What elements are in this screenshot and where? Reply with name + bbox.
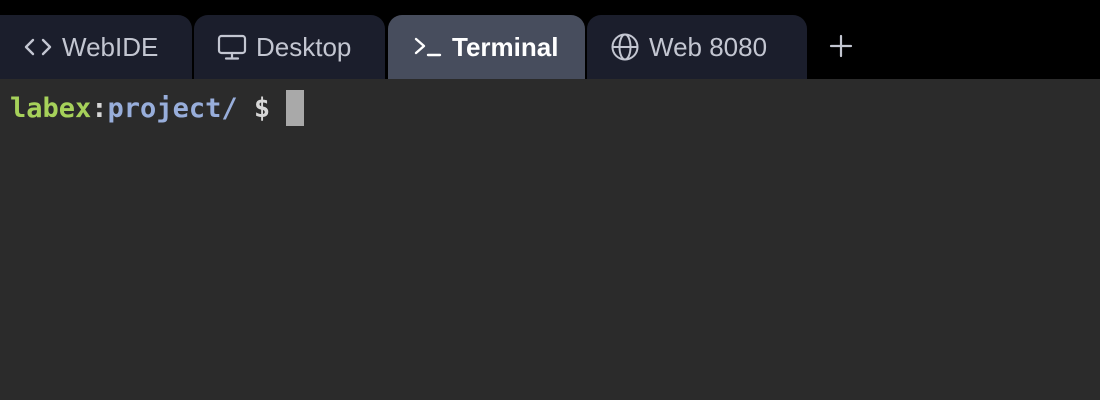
plus-icon — [829, 34, 853, 63]
prompt-dollar: $ — [253, 92, 271, 124]
monitor-icon — [216, 31, 248, 63]
terminal-prompt-icon — [412, 31, 444, 63]
prompt-separator: : — [91, 92, 108, 124]
prompt-user: labex — [10, 92, 92, 124]
terminal-pane[interactable]: labex: project/ $ — [0, 79, 1100, 400]
tab-bar: WebIDE Desktop Terminal Web 8080 — [0, 0, 1100, 79]
prompt-symbol: $ — [238, 92, 271, 124]
tab-label: WebIDE — [62, 31, 159, 62]
terminal-prompt: labex: project/ $ — [10, 89, 305, 127]
app-window: WebIDE Desktop Terminal Web 8080 labex:… — [0, 0, 1100, 400]
tab-desktop[interactable]: Desktop — [194, 15, 385, 79]
terminal-cursor — [286, 90, 305, 126]
tab-web-8080[interactable]: Web 8080 — [587, 15, 807, 79]
globe-icon — [609, 31, 641, 63]
tab-label: Web 8080 — [649, 31, 768, 62]
tab-label: Desktop — [256, 31, 352, 62]
tab-webide[interactable]: WebIDE — [0, 15, 192, 79]
prompt-path: project/ — [107, 92, 238, 124]
add-tab-button[interactable] — [826, 33, 856, 63]
code-brackets-icon — [22, 31, 54, 63]
tab-label: Terminal — [452, 31, 559, 62]
tab-terminal[interactable]: Terminal — [388, 15, 585, 79]
